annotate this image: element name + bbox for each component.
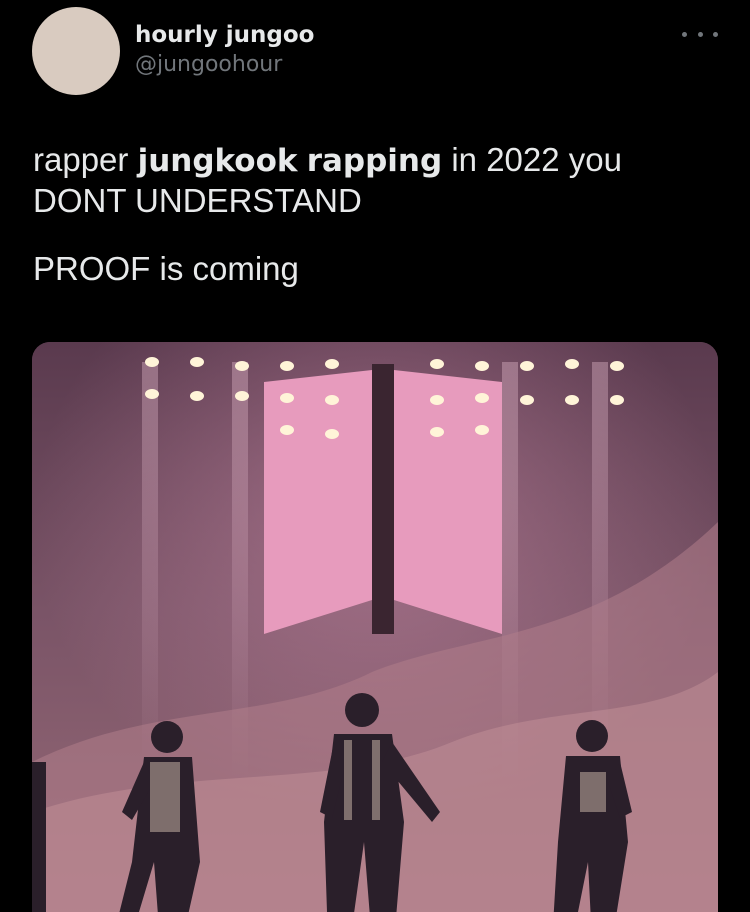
tweet-text: rapper jungkook rapping in 2022 you DONT … — [33, 140, 723, 289]
display-name[interactable]: hourly jungoo — [135, 20, 314, 50]
tweet-line-1: rapper jungkook rapping in 2022 you DONT … — [33, 140, 723, 221]
user-handle[interactable]: @jungoohour — [135, 50, 314, 80]
text-segment — [298, 141, 307, 178]
text-segment: in 2022 you — [442, 141, 622, 178]
more-options-icon-dot — [713, 31, 718, 37]
bold-text: jungkook — [137, 143, 298, 179]
tweet-media-video[interactable] — [32, 342, 718, 912]
more-options-button[interactable] — [682, 22, 718, 46]
avatar[interactable] — [32, 7, 120, 95]
tweet-line-3: PROOF is coming — [33, 250, 299, 287]
text-segment: DONT UNDERSTAND — [33, 182, 362, 219]
bold-text: rapping — [306, 143, 443, 179]
text-segment: rapper — [33, 141, 138, 178]
tweet: hourly jungoo @jungoohour rapper jungkoo… — [0, 0, 750, 912]
more-options-icon — [682, 31, 687, 37]
concert-stage-image — [32, 342, 718, 912]
user-info: hourly jungoo @jungoohour — [135, 20, 314, 80]
more-options-icon-dot — [697, 31, 703, 37]
